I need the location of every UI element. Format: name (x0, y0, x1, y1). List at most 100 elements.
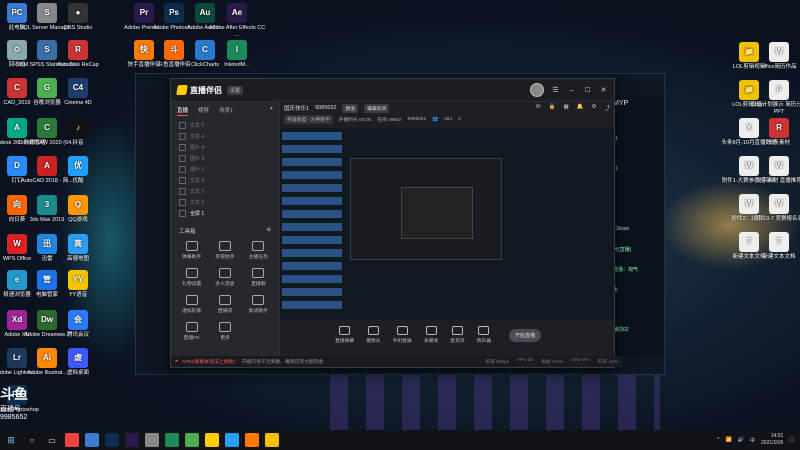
desktop-icon[interactable]: W 文字素材 直播推荐 (750, 156, 800, 185)
add-scene-icon[interactable]: + (270, 106, 273, 116)
source-item[interactable]: 文本 2 (171, 186, 279, 197)
eye-icon[interactable] (179, 166, 186, 173)
eye-icon[interactable] (179, 144, 186, 151)
tool-button[interactable]: 直播PK (175, 322, 208, 341)
category[interactable]: 英雄联盟 - 大神教学 (284, 114, 333, 124)
tool-button[interactable]: 直播聊 (242, 268, 275, 287)
desktop-icon[interactable]: W 附件3-7 竞赛报名表 (750, 194, 800, 223)
desktop-icon[interactable]: 高高德地图 (49, 234, 107, 263)
desktop-icon[interactable]: Woffice简历作品 (750, 42, 800, 71)
eye-icon[interactable] (179, 188, 186, 195)
lock-icon[interactable]: 🔒 (549, 104, 556, 112)
taskbar-app-icon[interactable] (105, 433, 119, 447)
control-button[interactable]: 扬声器 (477, 326, 491, 344)
taskbar-app-icon[interactable] (185, 433, 199, 447)
nested-preview-inner (401, 187, 473, 239)
live-companion-window[interactable]: 直播伴侣 设置 ☰ – ☐ ✕ 直播 横屏 场景1 + 文本 5 文本 4 图片 4… (170, 78, 622, 368)
source-item[interactable]: 文本 4 (171, 131, 279, 142)
tool-button[interactable]: 虚拟形象 (175, 295, 208, 314)
eye-icon[interactable] (179, 122, 186, 129)
taskbar-app-icon[interactable] (65, 433, 79, 447)
desktop-icon[interactable]: 优优酷 (49, 156, 107, 185)
desktop-icon[interactable]: ● OBS Studio (49, 3, 107, 32)
eye-icon[interactable] (179, 155, 186, 162)
desktop-icon[interactable]: T 新建文本文档 (750, 232, 800, 261)
taskbar-app-icon[interactable] (205, 433, 219, 447)
desktop-icon[interactable]: Q QQ游戏 (49, 195, 107, 224)
source-item[interactable]: 图片 2 (171, 164, 279, 175)
source-item[interactable]: 全屏 1 (171, 208, 279, 219)
tool-button[interactable]: 直播间 (208, 295, 241, 314)
room-tag[interactable]: 频道 (342, 103, 359, 113)
tool-button[interactable]: 主播任务 (242, 241, 275, 260)
control-button[interactable]: 直播弹幕 (335, 326, 354, 344)
desktop-icon[interactable]: ♪ 抖音 (49, 118, 107, 147)
desktop-icon[interactable]: R Autodesk ReCap (49, 40, 107, 69)
chevron-up-icon[interactable]: ^ (717, 437, 719, 443)
start-live-button[interactable]: 开始直播 (509, 328, 542, 342)
desktop-icon[interactable]: C4 Cinema 4D (49, 78, 107, 107)
control-button[interactable]: 摄像头 (366, 326, 381, 344)
desktop-icon[interactable]: 虚虚拟桌面 (49, 348, 107, 377)
volume-icon[interactable]: 🔊 (738, 437, 744, 443)
desktop-icon[interactable]: YY YY语音 (49, 270, 107, 299)
desktop-icon[interactable]: R 头条素材 (750, 118, 800, 147)
ime-icon[interactable]: 中 (750, 437, 755, 444)
desktop-icon[interactable]: 会腾讯会议 (49, 310, 107, 339)
grid-icon[interactable]: ▦ (563, 104, 568, 112)
tool-button[interactable]: 房管助手 (208, 241, 241, 260)
tool-button[interactable]: 多人连麦 (208, 268, 241, 287)
edit-room-button[interactable]: 编辑房间 (364, 103, 390, 113)
tab-scene1[interactable]: 场景1 (219, 106, 233, 116)
tool-button[interactable]: 更多 (208, 322, 241, 341)
stream-preview[interactable] (280, 128, 614, 320)
taskbar-app-icon[interactable] (225, 433, 239, 447)
taskbar-app-icon[interactable] (145, 433, 159, 447)
source-item[interactable]: 图片 4 (171, 142, 279, 153)
minimize-icon[interactable]: – (567, 86, 576, 95)
control-button[interactable]: 手机投屏 (393, 326, 412, 344)
desktop-icon[interactable]: I InletedM... (208, 40, 266, 69)
collapse-icon[interactable]: ⊖ (266, 227, 271, 235)
source-item[interactable]: 文本 1 (171, 197, 279, 208)
notification-icon[interactable]: ▢ (789, 437, 794, 443)
menu-icon[interactable]: ☰ (551, 86, 560, 95)
maximize-icon[interactable]: ☐ (583, 86, 592, 95)
taskbar-app-icon[interactable] (265, 433, 279, 447)
settings-badge[interactable]: 设置 (227, 85, 244, 95)
taskbar-app-icon[interactable] (245, 433, 259, 447)
network-icon[interactable]: 📶 (726, 437, 732, 443)
eye-icon[interactable] (179, 177, 186, 184)
control-button[interactable]: 麦克风 (450, 326, 465, 344)
source-item[interactable]: 图片 3 (171, 153, 279, 164)
tool-label: 房管助手 (215, 255, 235, 260)
eye-icon[interactable] (179, 210, 186, 217)
taskbar-app-icon[interactable] (165, 433, 179, 447)
tool-button[interactable]: 弹幕助手 (175, 241, 208, 260)
close-icon[interactable]: ✕ (599, 86, 608, 95)
eye-icon[interactable] (179, 199, 186, 206)
source-item[interactable]: 文本 5 (171, 120, 279, 131)
tab-live[interactable]: 直播 (177, 106, 189, 116)
tool-button[interactable]: 礼物设置 (175, 268, 208, 287)
tab-landscape[interactable]: 横屏 (198, 106, 209, 116)
desktop-icon[interactable]: Ae Adobe After Effects CC ... (208, 3, 266, 38)
bell-icon[interactable]: 🔔 (577, 104, 584, 112)
gear-icon[interactable]: ⚙ (592, 104, 597, 112)
tool-button[interactable]: 歌词助手 (242, 295, 275, 314)
desktop-icon[interactable]: P 旗舰计划展示 简历分析PPT (750, 80, 800, 115)
source-item[interactable]: 文本 3 (171, 175, 279, 186)
share-icon[interactable]: ⤴ (604, 104, 610, 112)
eye-icon[interactable] (179, 133, 186, 140)
gift-icon[interactable]: ✉ (536, 104, 541, 112)
taskbar-app-icon[interactable] (85, 433, 99, 447)
windows-start-icon[interactable]: ⊞ (0, 430, 22, 450)
avatar[interactable] (530, 83, 544, 97)
search-icon[interactable]: ○ (22, 436, 42, 445)
task-view-icon[interactable]: ▭ (42, 436, 62, 445)
status-warning[interactable]: APEX新版本玩法上线啦！ (182, 358, 238, 365)
title-bar[interactable]: 直播伴侣 设置 ☰ – ☐ ✕ (171, 79, 614, 102)
control-button[interactable]: 多媒体 (424, 326, 438, 344)
taskbar-app-icon[interactable] (125, 433, 139, 447)
clock[interactable]: 14:51 2021/10/6 (761, 433, 783, 447)
